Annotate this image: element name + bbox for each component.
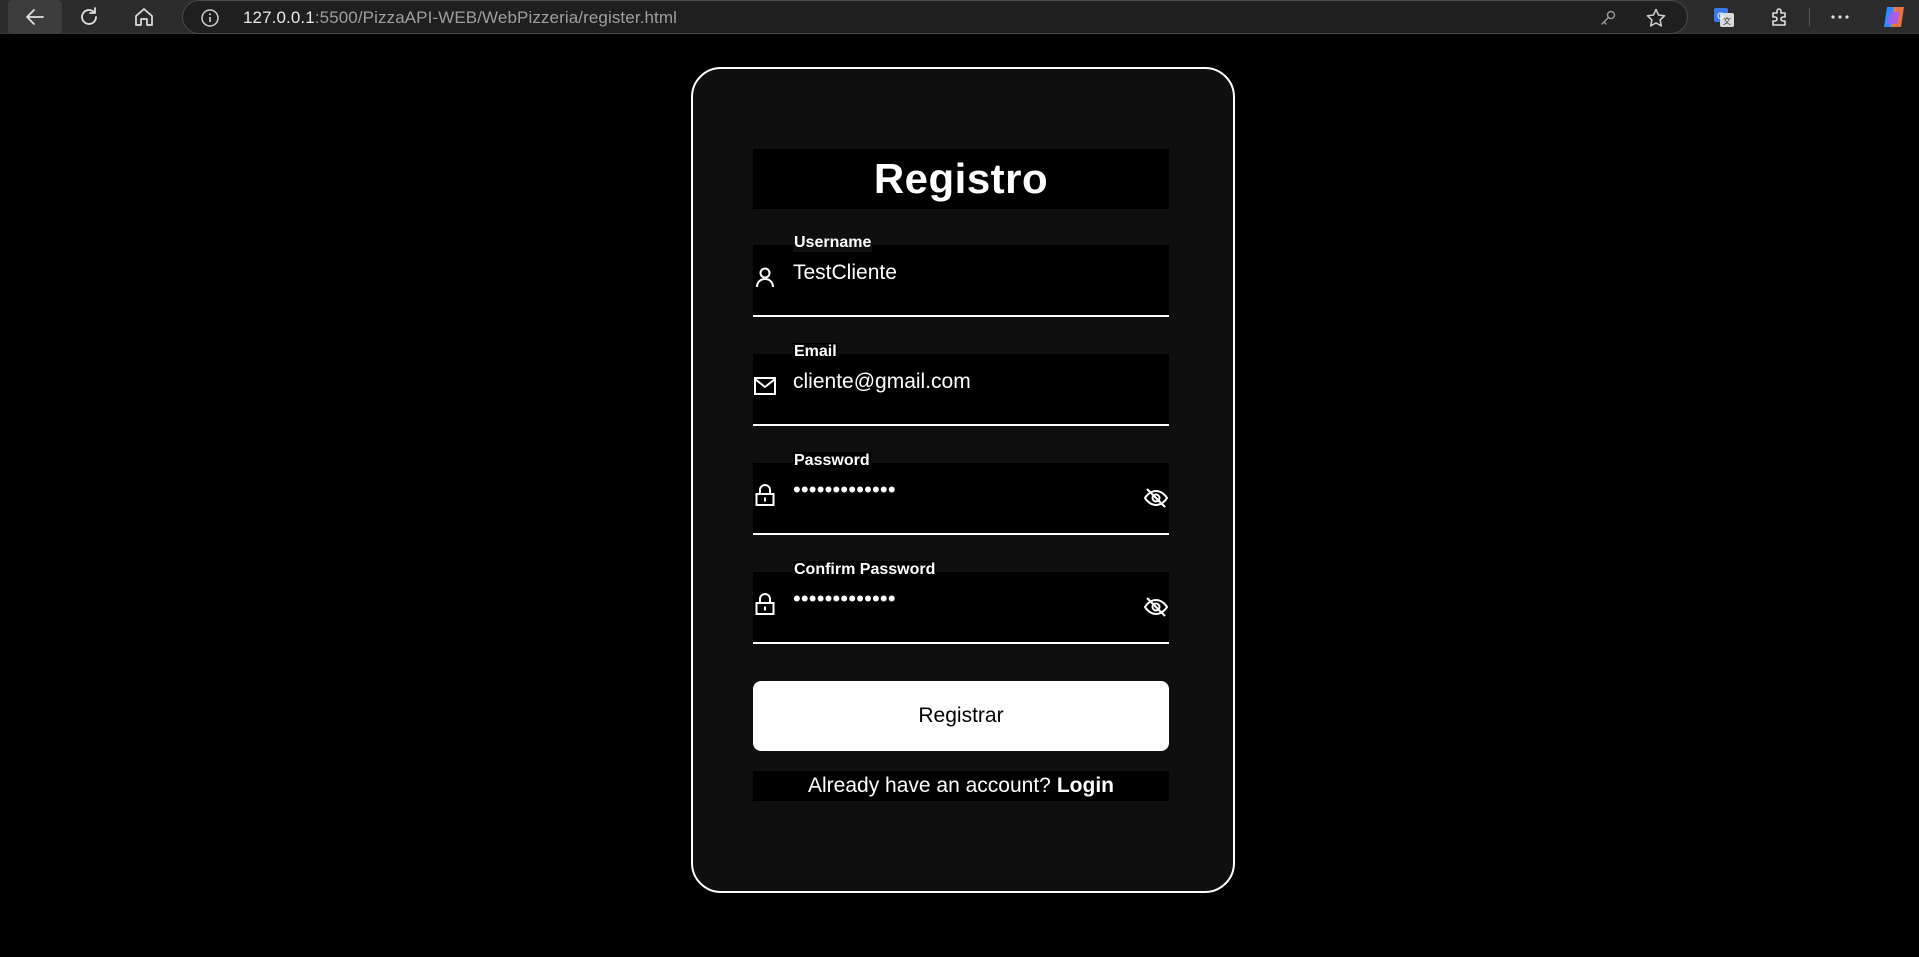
title-box: Registro (753, 149, 1169, 209)
email-field[interactable]: Email cliente@gmail.com (753, 343, 1169, 426)
confirm-password-label: Confirm Password (793, 561, 937, 579)
lock-icon (755, 484, 775, 506)
key-icon[interactable] (1599, 9, 1617, 27)
refresh-button[interactable] (62, 0, 116, 34)
url-path: :5500/PizzaAPI-WEB/WebPizzeria/register.… (314, 8, 677, 27)
home-icon (135, 8, 153, 26)
password-input[interactable]: ••••••••••••• (793, 477, 896, 503)
email-input[interactable]: cliente@gmail.com (793, 370, 971, 394)
login-prompt-text: Already have an account? (808, 774, 1051, 797)
password-field[interactable]: Password ••••••••••••• (753, 452, 1169, 535)
back-arrow-icon (26, 9, 44, 25)
info-icon[interactable] (201, 9, 219, 27)
svg-text:文: 文 (1723, 16, 1731, 26)
home-button[interactable] (117, 0, 171, 34)
page-title: Registro (873, 155, 1049, 202)
username-label: Username (793, 234, 873, 252)
register-button[interactable]: Registrar (753, 681, 1169, 751)
confirm-password-field[interactable]: Confirm Password ••••••••••••• (753, 561, 1169, 644)
address-bar[interactable]: 127.0.0.1:5500/PizzaAPI-WEB/WebPizzeria/… (182, 0, 1688, 34)
back-button[interactable] (8, 0, 62, 34)
url-host: 127.0.0.1 (243, 8, 315, 27)
refresh-icon (81, 7, 97, 25)
user-icon (756, 267, 774, 288)
extensions-icon (1772, 8, 1786, 26)
mail-icon (754, 377, 776, 395)
eye-off-icon[interactable] (1143, 485, 1169, 511)
extensions-button[interactable] (1760, 0, 1800, 34)
confirm-password-input[interactable]: ••••••••••••• (793, 586, 896, 612)
toolbar-separator (1809, 8, 1810, 26)
translate-button[interactable]: G 文 (1704, 0, 1744, 34)
register-card: Registro Username TestCliente Email clie… (691, 67, 1235, 893)
eye-off-icon[interactable] (1143, 594, 1169, 620)
page-viewport: Registro Username TestCliente Email clie… (5, 41, 1916, 957)
browser-toolbar: 127.0.0.1:5500/PizzaAPI-WEB/WebPizzeria/… (0, 0, 1919, 34)
login-prompt: Already have an account? Login (753, 771, 1169, 801)
username-field[interactable]: Username TestCliente (753, 234, 1169, 317)
url-text[interactable]: 127.0.0.1:5500/PizzaAPI-WEB/WebPizzeria/… (243, 8, 677, 28)
star-icon[interactable] (1645, 7, 1667, 29)
copilot-button[interactable] (1874, 0, 1914, 34)
more-button[interactable] (1820, 0, 1860, 34)
login-link[interactable]: Login (1057, 774, 1114, 798)
email-label: Email (793, 343, 838, 361)
translate-icon: G 文 (1714, 8, 1734, 27)
lock-icon (755, 593, 775, 615)
more-icon (1831, 15, 1849, 19)
copilot-icon (1884, 7, 1904, 27)
password-label: Password (793, 452, 871, 470)
username-input[interactable]: TestCliente (793, 261, 897, 285)
